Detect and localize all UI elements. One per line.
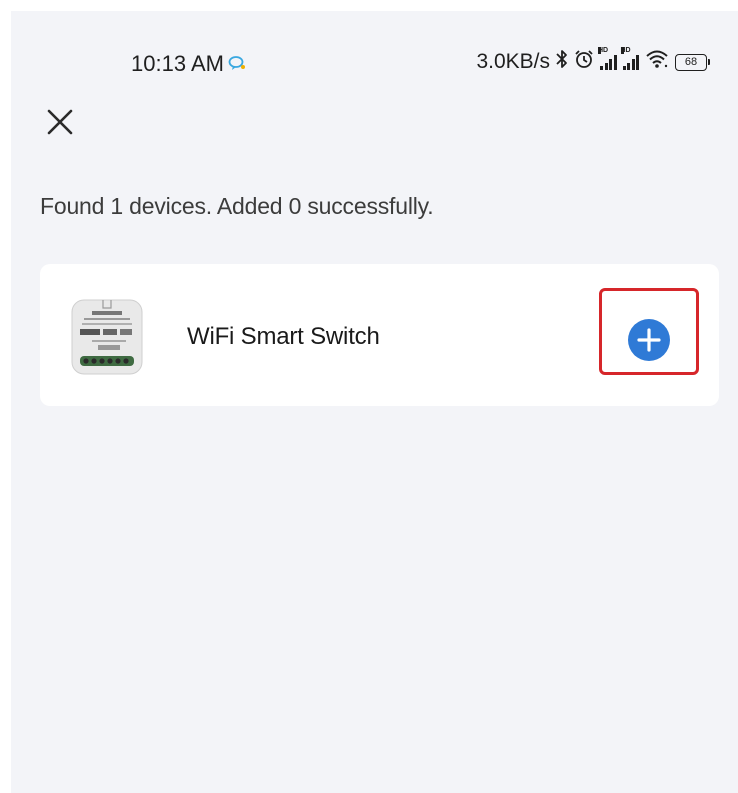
signal-hd-icon: HD: [598, 47, 617, 70]
notification-bubble-icon: [228, 51, 246, 77]
close-icon: [47, 109, 73, 135]
discovery-summary: Found 1 devices. Added 0 successfully.: [40, 193, 434, 219]
status-time-group: 10:13 AM: [131, 51, 246, 77]
battery-level: 68: [675, 53, 707, 71]
screen: 10:13 AM 3.0KB/s HD HD 68 Found 1 device…: [11, 11, 738, 793]
bluetooth-icon: [556, 49, 568, 75]
device-card[interactable]: WiFi Smart Switch: [40, 264, 719, 406]
status-time: 10:13 AM: [131, 51, 224, 76]
add-circle-icon: [637, 328, 661, 352]
status-bar: 10:13 AM 3.0KB/s HD HD 68: [11, 11, 738, 83]
signal-hd-badge: HD: [598, 47, 609, 54]
add-device-button[interactable]: [628, 319, 670, 361]
close-button[interactable]: [41, 103, 81, 143]
signal-hd-badge: HD: [620, 47, 631, 54]
network-speed: 3.0KB/s: [476, 50, 550, 73]
alarm-icon: [574, 49, 594, 75]
status-right-group: 3.0KB/s HD HD 68: [476, 47, 710, 75]
device-name: WiFi Smart Switch: [187, 323, 380, 350]
signal-hd-icon: HD: [620, 47, 639, 70]
battery-icon: 68: [675, 53, 710, 71]
wifi-icon: [645, 49, 669, 75]
smart-switch-module-icon: [70, 296, 144, 376]
